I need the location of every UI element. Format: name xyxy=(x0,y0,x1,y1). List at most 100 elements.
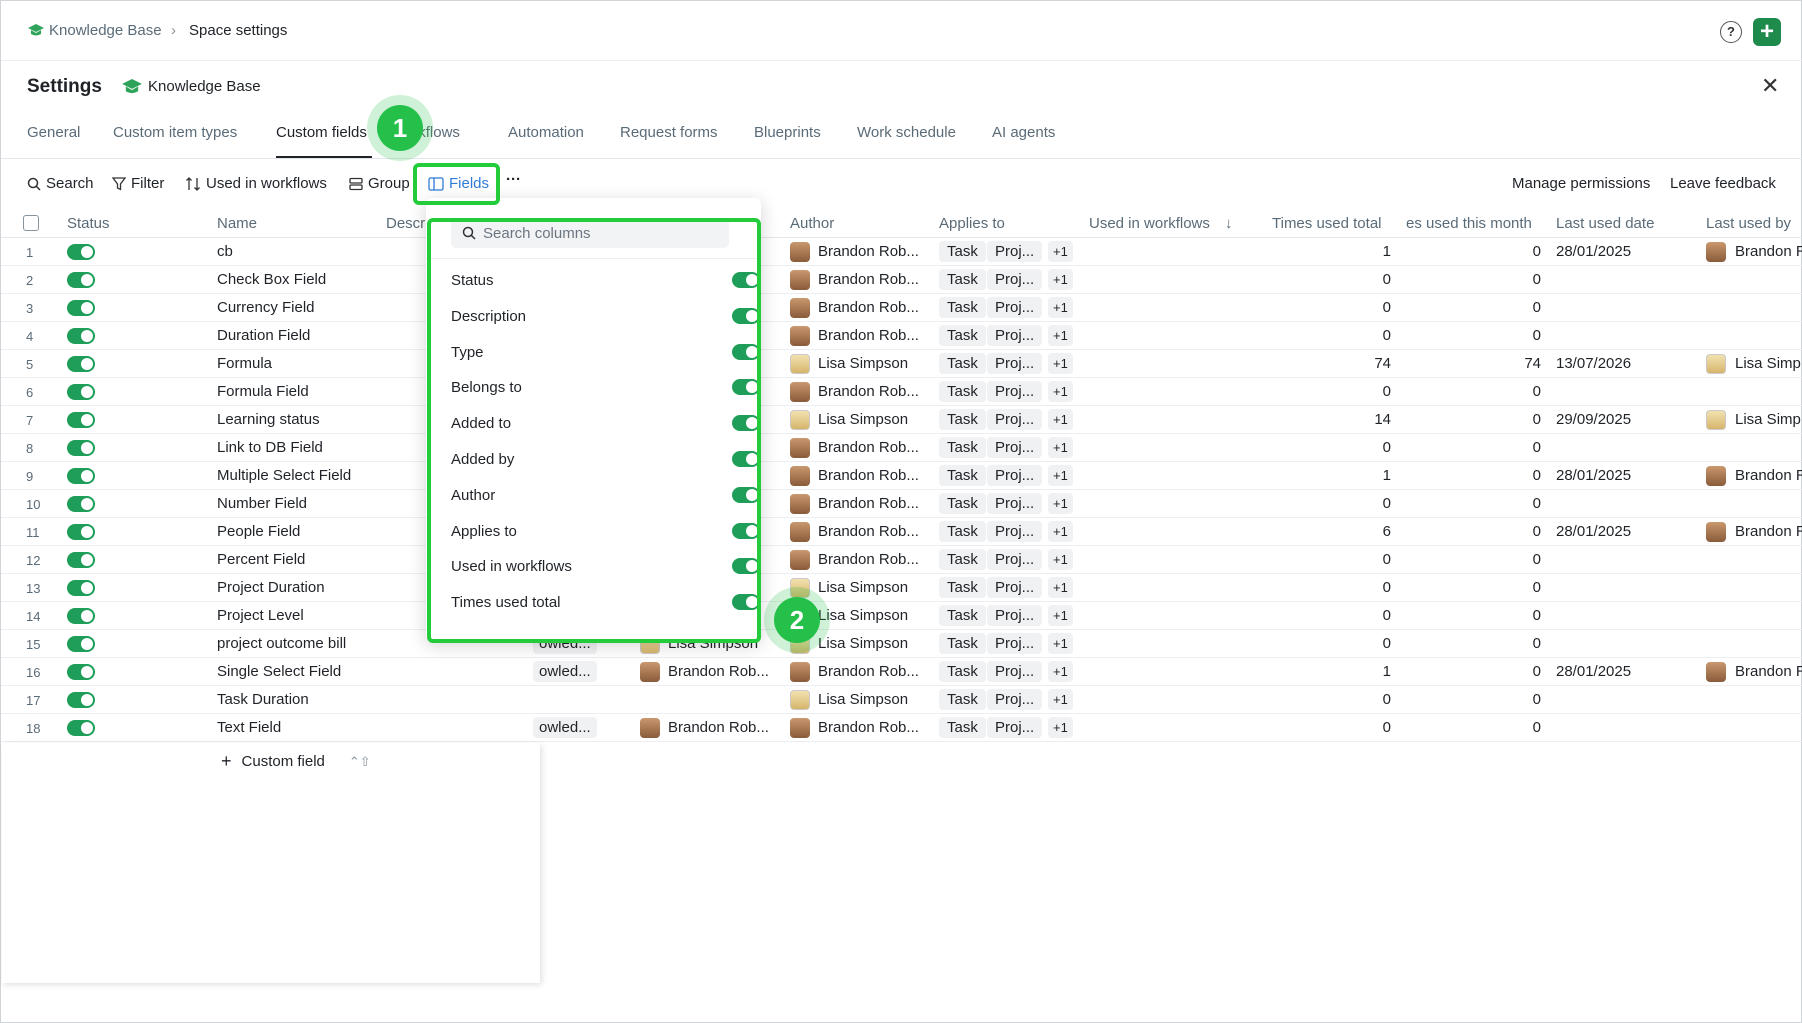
field-name[interactable]: Multiple Select Field xyxy=(217,467,351,484)
more-options-icon[interactable]: ··· xyxy=(506,171,521,188)
table-row[interactable]: 17 Task Duration Lisa Simpson Task Proj... +1… xyxy=(1,686,1802,714)
table-row[interactable]: 10 Number Field Brandon Rob... Task Proj... +… xyxy=(1,490,1802,518)
tab-automation[interactable]: Automation xyxy=(508,124,584,141)
table-row[interactable]: 14 Project Level Lisa Simpson Task Proj... +1… xyxy=(1,602,1802,630)
status-toggle[interactable] xyxy=(67,440,95,456)
status-toggle[interactable] xyxy=(67,272,95,288)
table-row[interactable]: 18 Text Field owled... Brandon Rob... Brando… xyxy=(1,714,1802,742)
status-toggle[interactable] xyxy=(67,300,95,316)
tab-general[interactable]: General xyxy=(27,124,80,141)
field-name[interactable]: Task Duration xyxy=(217,691,309,708)
group-button[interactable]: Group xyxy=(349,175,410,192)
column-header-last-used-by[interactable]: Last used by xyxy=(1706,215,1791,232)
add-button[interactable]: + xyxy=(1753,18,1781,46)
status-toggle[interactable] xyxy=(67,468,95,484)
applies-to-more-tag[interactable]: +1 xyxy=(1048,605,1073,626)
column-header-used-in-workflows[interactable]: Used in workflows xyxy=(1089,215,1210,232)
table-row[interactable]: 8 Link to DB Field Brandon Rob... Task Proj.… xyxy=(1,434,1802,462)
tab-request-forms[interactable]: Request forms xyxy=(620,124,718,141)
help-icon[interactable]: ? xyxy=(1720,21,1742,43)
applies-to-more-tag[interactable]: +1 xyxy=(1048,633,1073,654)
applies-to-more-tag[interactable]: +1 xyxy=(1048,465,1073,486)
breadcrumb-workspace-link[interactable]: Knowledge Base xyxy=(49,22,162,39)
field-name[interactable]: Link to DB Field xyxy=(217,439,323,456)
field-name[interactable]: Duration Field xyxy=(217,327,310,344)
tab-blueprints[interactable]: Blueprints xyxy=(754,124,821,141)
applies-to-more-tag[interactable]: +1 xyxy=(1048,689,1073,710)
field-name[interactable]: Formula Field xyxy=(217,383,309,400)
status-toggle[interactable] xyxy=(67,496,95,512)
column-header-description[interactable]: Descr xyxy=(386,215,425,232)
table-row[interactable]: 13 Project Duration Lisa Simpson Task Proj..… xyxy=(1,574,1802,602)
status-toggle[interactable] xyxy=(67,412,95,428)
column-header-times-used-month[interactable]: es used this month xyxy=(1406,215,1532,232)
table-row[interactable]: 9 Multiple Select Field Brandon Rob... Task… xyxy=(1,462,1802,490)
applies-to-more-tag[interactable]: +1 xyxy=(1048,717,1073,738)
table-row[interactable]: 5 Formula Lisa Simpson Task Proj... +1 74 74 13/… xyxy=(1,350,1802,378)
table-row[interactable]: 15 project outcome bill owled... Lisa Simps… xyxy=(1,630,1802,658)
manage-permissions-link[interactable]: Manage permissions xyxy=(1512,175,1650,192)
status-toggle[interactable] xyxy=(67,328,95,344)
tab-custom-item-types[interactable]: Custom item types xyxy=(113,124,237,141)
close-icon[interactable]: ✕ xyxy=(1761,75,1779,97)
table-row[interactable]: 1 cb Brandon Rob... Task Proj... +1 1 0 28/01/20… xyxy=(1,238,1802,266)
column-header-status[interactable]: Status xyxy=(67,215,110,232)
applies-to-more-tag[interactable]: +1 xyxy=(1048,437,1073,458)
column-header-name[interactable]: Name xyxy=(217,215,257,232)
field-name[interactable]: project outcome bill xyxy=(217,635,346,652)
status-toggle[interactable] xyxy=(67,244,95,260)
table-row[interactable]: 3 Currency Field Brandon Rob... Task Proj...… xyxy=(1,294,1802,322)
applies-to-more-tag[interactable]: +1 xyxy=(1048,269,1073,290)
status-toggle[interactable] xyxy=(67,384,95,400)
tab-custom-fields[interactable]: Custom fields xyxy=(276,124,367,141)
field-name[interactable]: Number Field xyxy=(217,495,307,512)
applies-to-more-tag[interactable]: +1 xyxy=(1048,549,1073,570)
table-row[interactable]: 2 Check Box Field Brandon Rob... Task Proj..… xyxy=(1,266,1802,294)
search-button[interactable]: Search xyxy=(27,175,94,192)
table-row[interactable]: 12 Percent Field Brandon Rob... Task Proj...… xyxy=(1,546,1802,574)
field-name[interactable]: Learning status xyxy=(217,411,320,428)
applies-to-more-tag[interactable]: +1 xyxy=(1048,409,1073,430)
status-toggle[interactable] xyxy=(67,636,95,652)
field-name[interactable]: People Field xyxy=(217,523,300,540)
leave-feedback-link[interactable]: Leave feedback xyxy=(1670,175,1776,192)
status-toggle[interactable] xyxy=(67,580,95,596)
field-name[interactable]: Project Duration xyxy=(217,579,325,596)
column-header-last-used-date[interactable]: Last used date xyxy=(1556,215,1654,232)
column-header-times-used-total[interactable]: Times used total xyxy=(1272,215,1382,232)
status-toggle[interactable] xyxy=(67,608,95,624)
field-name[interactable]: Project Level xyxy=(217,607,304,624)
field-name[interactable]: Formula xyxy=(217,355,272,372)
field-name[interactable]: Currency Field xyxy=(217,299,315,316)
column-header-author[interactable]: Author xyxy=(790,215,834,232)
add-custom-field-button[interactable]: + Custom field ⌃⇧ xyxy=(221,751,371,772)
applies-to-more-tag[interactable]: +1 xyxy=(1048,381,1073,402)
table-row[interactable]: 11 People Field Brandon Rob... Task Proj... +… xyxy=(1,518,1802,546)
table-row[interactable]: 7 Learning status Lisa Simpson Task Proj... +… xyxy=(1,406,1802,434)
applies-to-more-tag[interactable]: +1 xyxy=(1048,353,1073,374)
status-toggle[interactable] xyxy=(67,552,95,568)
applies-to-more-tag[interactable]: +1 xyxy=(1048,661,1073,682)
sort-button[interactable]: Used in workflows xyxy=(185,175,327,192)
select-all-checkbox[interactable] xyxy=(23,215,39,231)
status-toggle[interactable] xyxy=(67,524,95,540)
table-row[interactable]: 4 Duration Field Brandon Rob... Task Proj...… xyxy=(1,322,1802,350)
field-name[interactable]: Text Field xyxy=(217,719,281,736)
tab-ai-agents[interactable]: AI agents xyxy=(992,124,1055,141)
status-toggle[interactable] xyxy=(67,720,95,736)
status-toggle[interactable] xyxy=(67,692,95,708)
field-name[interactable]: Single Select Field xyxy=(217,663,341,680)
table-row[interactable]: 16 Single Select Field owled... Brandon Rob… xyxy=(1,658,1802,686)
applies-to-more-tag[interactable]: +1 xyxy=(1048,577,1073,598)
applies-to-more-tag[interactable]: +1 xyxy=(1048,493,1073,514)
table-row[interactable]: 6 Formula Field Brandon Rob... Task Proj... +… xyxy=(1,378,1802,406)
field-name[interactable]: Percent Field xyxy=(217,551,305,568)
field-name[interactable]: cb xyxy=(217,243,233,260)
tab-work-schedule[interactable]: Work schedule xyxy=(857,124,956,141)
applies-to-more-tag[interactable]: +1 xyxy=(1048,521,1073,542)
applies-to-more-tag[interactable]: +1 xyxy=(1048,297,1073,318)
applies-to-more-tag[interactable]: +1 xyxy=(1048,241,1073,262)
status-toggle[interactable] xyxy=(67,356,95,372)
column-header-applies-to[interactable]: Applies to xyxy=(939,215,1005,232)
field-name[interactable]: Check Box Field xyxy=(217,271,326,288)
